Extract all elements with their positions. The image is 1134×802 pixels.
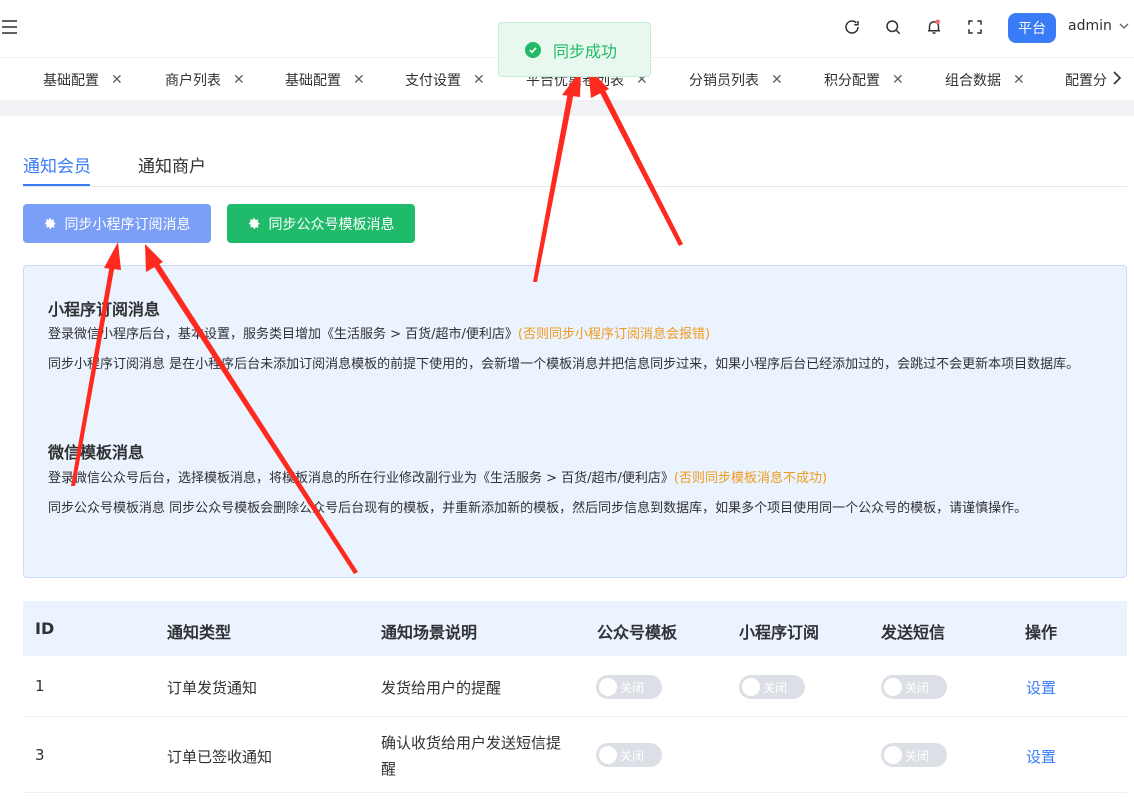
success-toast: 同步成功 — [498, 22, 651, 77]
close-icon[interactable]: ✕ — [771, 72, 783, 88]
table-row: 1 订单发货通知 发货给用户的提醒 关闭 关闭 关闭 设置 — [23, 656, 1127, 717]
close-icon[interactable]: ✕ — [473, 72, 485, 88]
tag-label: 基础配置 — [285, 73, 341, 89]
table-header: ID 通知类型 通知场景说明 公众号模板 小程序订阅 发送短信 操作 — [23, 601, 1127, 656]
settings-link[interactable]: 设置 — [1026, 677, 1056, 698]
mini-line1-text: 登录微信小程序后台，基本设置，服务类目增加《生活服务 > 百货/超市/便利店》 — [48, 327, 518, 342]
official-switch[interactable]: 关闭 — [596, 675, 662, 699]
tag-label: 配置分 — [1065, 73, 1107, 89]
chevron-right-icon[interactable] — [1112, 70, 1122, 90]
wx-title: 微信模板消息 — [48, 443, 145, 462]
refresh-icon[interactable] — [842, 17, 862, 37]
tag-label: 分销员列表 — [689, 73, 759, 89]
sms-switch[interactable]: 关闭 — [881, 743, 947, 767]
tabs-divider — [23, 186, 1127, 187]
close-icon[interactable]: ✕ — [111, 72, 123, 88]
tab-notify-member[interactable]: 通知会员 — [23, 152, 91, 177]
bell-icon[interactable] — [924, 17, 944, 37]
gear-icon — [248, 218, 259, 229]
tag-label: 组合数据 — [945, 73, 1001, 89]
tag-item[interactable]: 支付设置 ✕ — [405, 70, 485, 90]
tag-label: 基础配置 — [43, 73, 99, 89]
cell-id: 3 — [35, 746, 45, 764]
official-switch[interactable]: 关闭 — [596, 743, 662, 767]
menu-fold-icon[interactable] — [0, 18, 20, 36]
cell-type: 订单已签收通知 — [167, 748, 273, 766]
sync-official-label: 同步公众号模板消息 — [268, 216, 395, 233]
user-menu[interactable]: admin — [1068, 18, 1130, 34]
fullscreen-icon[interactable] — [965, 17, 985, 37]
cell-id: 1 — [35, 677, 45, 695]
mini-line2: 同步小程序订阅消息 是在小程序后台未添加订阅消息模板的前提下使用的，会新增一个模… — [48, 357, 1080, 372]
platform-button[interactable]: 平台 — [1008, 13, 1056, 43]
tag-item[interactable]: 分销员列表 ✕ — [689, 70, 783, 90]
chevron-down-icon — [1119, 23, 1129, 29]
tag-item[interactable]: 组合数据 ✕ — [945, 70, 1025, 90]
tab-active-indicator — [23, 184, 90, 186]
sync-miniprogram-button[interactable]: 同步小程序订阅消息 — [23, 204, 211, 243]
tag-label: 积分配置 — [824, 73, 880, 89]
arrow-shape — [533, 92, 574, 282]
mini-line1: 登录微信小程序后台，基本设置，服务类目增加《生活服务 > 百货/超市/便利店》(… — [48, 320, 1108, 350]
tag-label: 商户列表 — [165, 73, 221, 89]
wx-line2: 同步公众号模板消息 同步公众号模板会删除公众号后台现有的模板，并重新添加新的模板… — [48, 501, 1028, 516]
mini-switch[interactable]: 关闭 — [739, 675, 805, 699]
th-id: ID — [35, 619, 55, 638]
wx-line1: 登录微信公众号后台，选择模板消息，将模板消息的所在行业修改副行业为《生活服务 >… — [48, 464, 1108, 494]
content-divider — [0, 100, 1134, 116]
tag-item[interactable]: 配置分 — [1065, 70, 1107, 90]
tab-notify-merchant[interactable]: 通知商户 — [138, 152, 206, 177]
mini-line1-warning: (否则同步小程序订阅消息会报错) — [517, 327, 711, 342]
th-type: 通知类型 — [167, 623, 232, 642]
sync-miniprogram-label: 同步小程序订阅消息 — [64, 216, 191, 233]
mini-title: 小程序订阅消息 — [48, 300, 161, 319]
cell-desc-cont: 醒 — [381, 760, 397, 778]
user-name: admin — [1068, 18, 1112, 34]
tag-item[interactable]: 积分配置 ✕ — [824, 70, 904, 90]
info-alert: 小程序订阅消息 登录微信小程序后台，基本设置，服务类目增加《生活服务 > 百货/… — [23, 265, 1127, 578]
sync-official-button[interactable]: 同步公众号模板消息 — [227, 204, 415, 243]
gear-icon — [44, 218, 55, 229]
cell-desc: 发货给用户的提醒 — [381, 679, 502, 697]
th-mini: 小程序订阅 — [739, 623, 820, 642]
settings-link[interactable]: 设置 — [1026, 746, 1056, 767]
table-row: 3 订单已签收通知 确认收货给用户发送短信提 醒 关闭 关闭 设置 — [23, 717, 1127, 793]
wx-line1-text: 登录微信公众号后台，选择模板消息，将模板消息的所在行业修改副行业为《生活服务 >… — [48, 471, 674, 486]
th-desc: 通知场景说明 — [381, 623, 478, 642]
tag-item[interactable]: 基础配置 ✕ — [43, 70, 123, 90]
th-action: 操作 — [1025, 623, 1058, 642]
close-icon[interactable]: ✕ — [233, 72, 245, 88]
close-icon[interactable]: ✕ — [892, 72, 904, 88]
search-icon[interactable] — [883, 17, 903, 37]
tag-label: 支付设置 — [405, 73, 461, 89]
cell-desc: 确认收货给用户发送短信提 — [381, 734, 562, 752]
check-circle-icon — [525, 41, 541, 58]
tag-item[interactable]: 商户列表 ✕ — [165, 70, 245, 90]
close-icon[interactable]: ✕ — [1013, 72, 1025, 88]
tag-item[interactable]: 基础配置 ✕ — [285, 70, 365, 90]
toast-message: 同步成功 — [553, 41, 618, 61]
th-sms: 发送短信 — [881, 623, 946, 642]
sms-switch[interactable]: 关闭 — [881, 675, 947, 699]
cell-type: 订单发货通知 — [167, 679, 258, 697]
th-official: 公众号模板 — [597, 623, 678, 642]
close-icon[interactable]: ✕ — [353, 72, 365, 88]
wx-line1-warning: (否则同步模板消息不成功) — [673, 471, 828, 486]
